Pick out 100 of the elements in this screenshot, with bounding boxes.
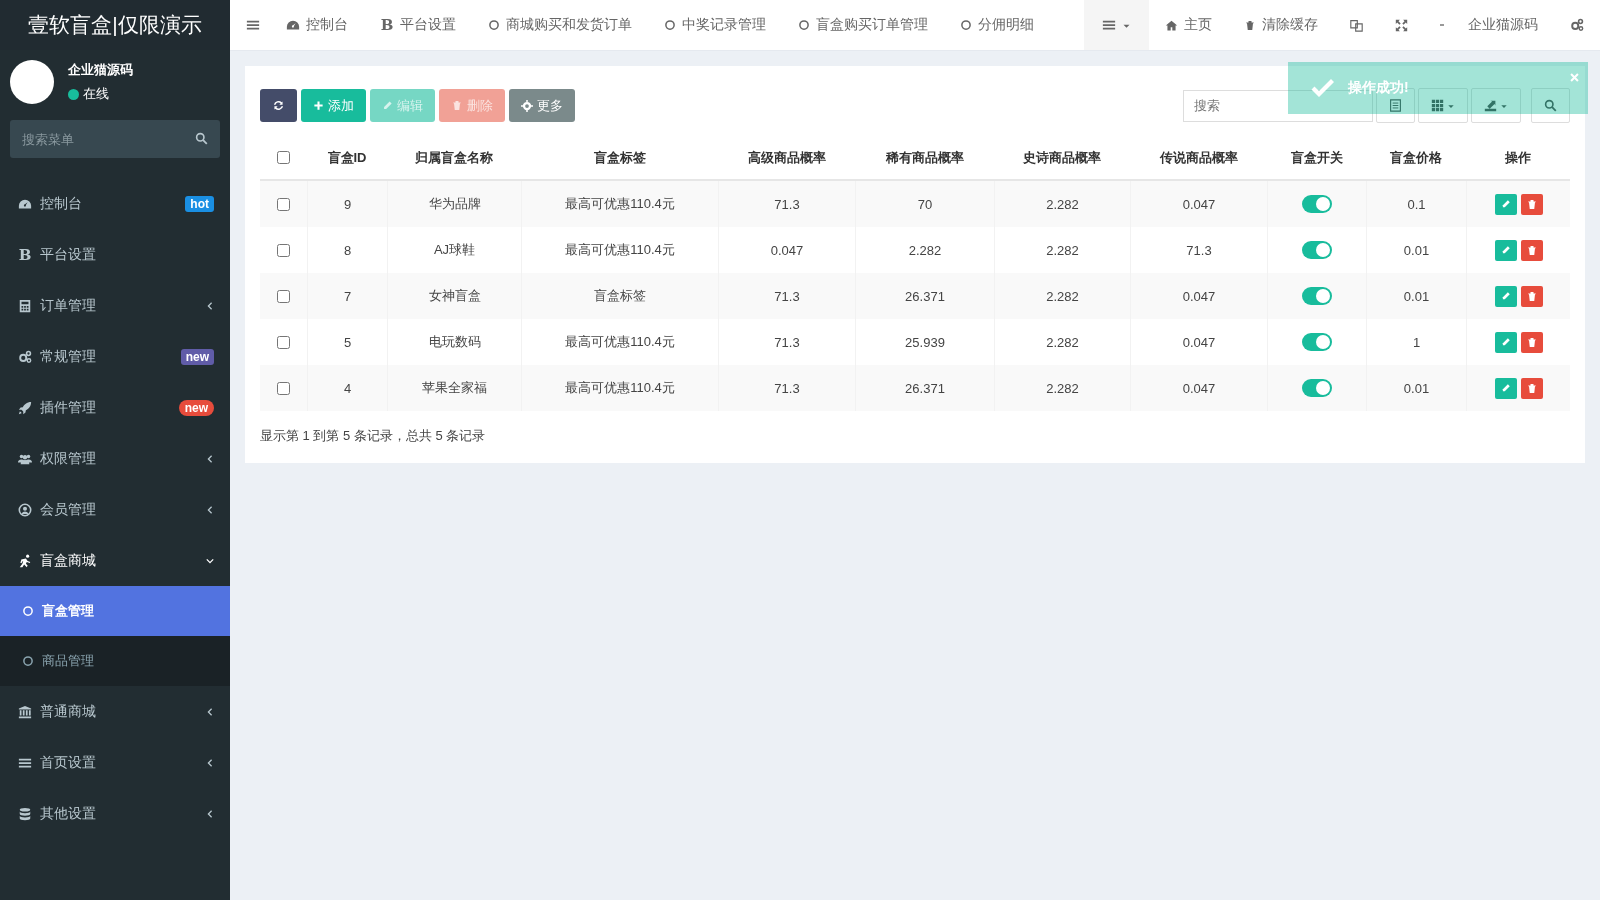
circle-icon — [22, 655, 34, 667]
circle-icon — [488, 19, 500, 31]
row-checkbox[interactable] — [277, 243, 290, 257]
nav-tab[interactable]: 中奖记录管理 — [648, 0, 782, 50]
search-icon — [195, 132, 208, 145]
delete-button[interactable] — [1520, 239, 1543, 261]
trash-icon — [451, 99, 463, 112]
user-circle-icon — [18, 502, 32, 517]
search-button[interactable] — [1531, 88, 1570, 123]
table-cell: 盲盒标签 — [521, 273, 718, 319]
table-cell: 华为品牌 — [387, 181, 521, 227]
sidebar-menu-item[interactable]: 常规管理 new — [0, 331, 230, 382]
sidebar-menu-item[interactable]: 普通商城 — [0, 686, 230, 737]
pencil-icon — [382, 100, 393, 111]
nav-tab[interactable]: 控制台 — [270, 0, 364, 50]
table-cell: 26.371 — [855, 273, 994, 319]
refresh-button[interactable] — [260, 89, 297, 122]
edit-button[interactable] — [1494, 377, 1517, 399]
table-cell: 71.3 — [718, 365, 855, 411]
table-cell: 4 — [307, 365, 387, 411]
sidebar-menu-item[interactable]: 其他设置 — [0, 788, 230, 839]
circle-icon — [798, 19, 810, 31]
bank-icon — [18, 704, 32, 719]
edit-button[interactable] — [1494, 331, 1517, 353]
pencil-icon — [1500, 291, 1511, 301]
menu-badge: new — [178, 399, 214, 416]
bold-icon: B — [18, 245, 32, 264]
check-icon — [1310, 76, 1334, 100]
table-cell: 最高可优惠110.4元 — [521, 181, 718, 227]
delete-button[interactable] — [1520, 377, 1543, 399]
sidebar-menu-item[interactable]: 插件管理 new — [0, 382, 230, 433]
fullscreen-icon — [1395, 18, 1408, 32]
home-icon — [1165, 18, 1178, 32]
toggle-switch[interactable] — [1302, 287, 1332, 305]
delete-button[interactable] — [1520, 193, 1543, 215]
table-cell: 2.282 — [994, 181, 1130, 227]
user-status: 在线 — [83, 85, 109, 103]
menu-badge: hot — [185, 195, 214, 212]
sidebar-menu-item[interactable]: 订单管理 — [0, 280, 230, 331]
nav-dropdown[interactable] — [1084, 0, 1149, 50]
refresh-icon — [272, 99, 285, 112]
delete-button[interactable] — [1520, 331, 1543, 353]
gears-icon — [18, 349, 32, 364]
submenu-item[interactable]: 盲盒管理 — [0, 586, 230, 636]
nav-link[interactable]: 清除缓存 — [1228, 0, 1334, 50]
submenu-item[interactable]: 商品管理 — [0, 636, 230, 686]
gear-icon — [521, 99, 533, 112]
table-cell: 0.047 — [1130, 181, 1267, 227]
grid-icon — [1431, 99, 1444, 112]
pencil-icon — [1500, 245, 1511, 255]
sidebar-menu-item[interactable]: 盲盒商城 — [0, 535, 230, 586]
calculator-icon — [18, 298, 32, 313]
table-cell: 71.3 — [718, 181, 855, 227]
nav-tab[interactable]: 商城购买和发货订单 — [472, 0, 648, 50]
row-checkbox[interactable] — [277, 381, 290, 395]
pencil-icon — [1500, 337, 1511, 347]
pencil-icon — [1500, 199, 1511, 209]
toggle-switch[interactable] — [1302, 195, 1332, 213]
nav-tab[interactable]: 盲盒购买订单管理 — [782, 0, 944, 50]
edit-button[interactable] — [1494, 193, 1517, 215]
sidebar-menu-item[interactable]: 会员管理 — [0, 484, 230, 535]
nav-link[interactable]: 主页 — [1149, 0, 1228, 50]
select-all-checkbox[interactable] — [277, 151, 290, 164]
database-icon — [18, 806, 32, 821]
row-checkbox[interactable] — [277, 197, 290, 211]
table-cell: 女神盲盒 — [387, 273, 521, 319]
runner-icon — [18, 553, 32, 568]
nav-tab[interactable]: 分佣明细 — [944, 0, 1050, 50]
user-avatar — [10, 60, 54, 104]
trash-icon — [1244, 18, 1256, 32]
close-icon — [1569, 72, 1580, 83]
pencil-icon — [1500, 383, 1511, 393]
export-button[interactable] — [1471, 88, 1521, 123]
sidebar-menu-item[interactable]: 权限管理 — [0, 433, 230, 484]
table-cell: 0.047 — [1130, 365, 1267, 411]
columns-button[interactable] — [1418, 88, 1468, 123]
delete-button[interactable] — [1520, 285, 1543, 307]
table-cell: 苹果全家福 — [387, 365, 521, 411]
list-icon — [246, 18, 260, 32]
table-cell: 7 — [307, 273, 387, 319]
dashboard-icon — [286, 18, 300, 32]
online-dot-icon — [68, 88, 79, 100]
sidebar-menu-item[interactable]: 首页设置 — [0, 737, 230, 788]
edit-button[interactable] — [1494, 239, 1517, 261]
table-cell: 9 — [307, 181, 387, 227]
edit-button[interactable] — [1494, 285, 1517, 307]
more-button[interactable]: 更多 — [509, 89, 575, 122]
sidebar-menu-item[interactable]: B 平台设置 — [0, 229, 230, 280]
user-menu[interactable]: 企业猫源码 — [1424, 0, 1554, 50]
sidebar-menu-item[interactable]: 控制台 hot — [0, 178, 230, 229]
toggle-switch[interactable] — [1302, 379, 1332, 397]
menu-search-field[interactable]: 搜索菜单 — [10, 120, 220, 158]
user-name: 企业猫源码 — [68, 61, 133, 79]
table-cell: 0.01 — [1366, 273, 1466, 319]
table-cell: 0.01 — [1366, 365, 1466, 411]
toggle-switch[interactable] — [1302, 333, 1332, 351]
row-checkbox[interactable] — [277, 289, 290, 303]
row-checkbox[interactable] — [277, 335, 290, 349]
toggle-switch[interactable] — [1302, 241, 1332, 259]
nav-tab[interactable]: B 平台设置 — [364, 0, 472, 50]
